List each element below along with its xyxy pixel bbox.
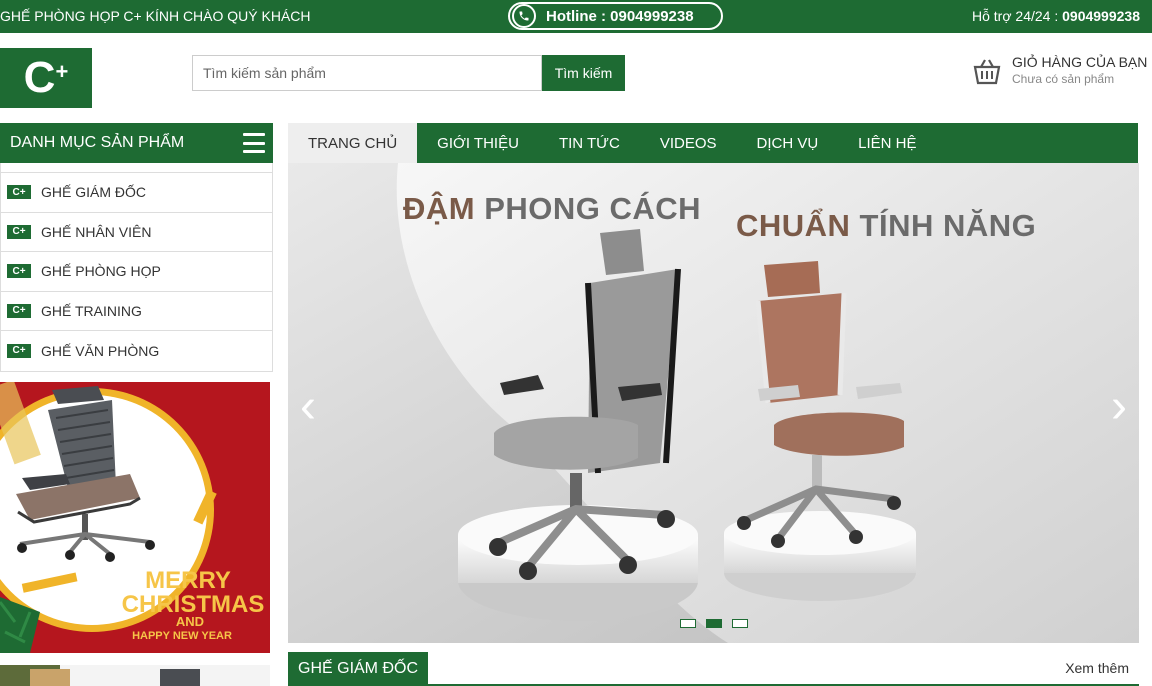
support-text: Hỗ trợ 24/24 : 0904999238	[972, 8, 1140, 24]
nav-item-home[interactable]: TRANG CHỦ	[288, 123, 418, 163]
category-item-ghe-training[interactable]: C+ GHẾ TRAINING	[1, 292, 272, 331]
see-more-link[interactable]: Xem thêm	[1065, 660, 1129, 676]
brand-mini-icon: C+	[7, 343, 31, 358]
second-promo-banner[interactable]	[0, 665, 270, 686]
slide-headline-2-b: TÍNH NĂNG	[850, 208, 1037, 243]
nav-item-videos[interactable]: VIDEOS	[640, 123, 737, 163]
christmas-promo-banner[interactable]: MERRY CHRISTMAS AND HAPPY NEW YEAR	[0, 382, 270, 653]
brand-mini-icon: C+	[7, 185, 31, 200]
slider-dot-3[interactable]	[732, 619, 748, 628]
main-nav: TRANG CHỦ GIỚI THIỆU TIN TỨC VIDEOS DỊCH…	[288, 123, 1138, 163]
category-list-spacer	[1, 163, 272, 173]
top-bar: GHẾ PHÒNG HỌP C+ KÍNH CHÀO QUÝ KHÁCH Hot…	[0, 0, 1152, 33]
slider-dots	[680, 619, 748, 628]
logo-letter: C	[23, 53, 56, 102]
support-phone[interactable]: 0904999238	[1062, 8, 1140, 24]
welcome-text: GHẾ PHÒNG HỌP C+ KÍNH CHÀO QUÝ KHÁCH	[0, 8, 311, 24]
section-header-ghe-giam-doc: GHẾ GIÁM ĐỐC Xem thêm	[288, 652, 1139, 686]
search-bar: Tìm kiếm	[192, 55, 625, 91]
slider-next-arrow-icon[interactable]: ›	[1111, 383, 1127, 431]
category-item-label: GHẾ GIÁM ĐỐC	[41, 184, 147, 201]
cart-status: Chưa có sản phẩm	[1012, 72, 1115, 86]
logo-plus: +	[55, 59, 69, 84]
slide-headline-2: CHUẨN TÍNH NĂNG	[736, 208, 1036, 244]
promo-line3: AND	[176, 614, 204, 629]
slide-headline-1: ĐẬM PHONG CÁCH	[403, 191, 701, 227]
slider-prev-arrow-icon[interactable]: ‹	[300, 383, 316, 431]
section-title: GHẾ GIÁM ĐỐC	[288, 652, 429, 686]
phone-icon	[512, 4, 536, 28]
slide-headline-2-a: CHUẨN	[736, 208, 851, 243]
site-logo[interactable]: C +	[0, 48, 92, 108]
cart-widget[interactable]: GIỎ HÀNG CỦA BẠN Chưa có sản phẩm	[972, 54, 1147, 86]
brand-mini-icon: C+	[7, 224, 31, 239]
christmas-banner-image: MERRY CHRISTMAS AND HAPPY NEW YEAR	[0, 382, 270, 653]
category-header[interactable]: DANH MỤC SẢN PHẨM	[0, 123, 273, 163]
nav-item-contact[interactable]: LIÊN HỆ	[838, 123, 936, 163]
hero-slider: ĐẬM PHONG CÁCH CHUẨN TÍNH NĂNG ‹ ›	[288, 163, 1139, 643]
second-banner-image	[0, 665, 270, 686]
brand-mini-icon: C+	[7, 264, 31, 279]
category-item-ghe-phong-hop[interactable]: C+ GHẾ PHÒNG HỌP	[1, 252, 272, 292]
support-label: Hỗ trợ 24/24 :	[972, 8, 1063, 24]
category-item-ghe-giam-doc[interactable]: C+ GHẾ GIÁM ĐỐC	[1, 173, 272, 213]
promo-line1: MERRY	[145, 567, 231, 594]
search-input[interactable]	[192, 55, 542, 91]
category-header-label: DANH MỤC SẢN PHẨM	[10, 134, 185, 151]
search-button[interactable]: Tìm kiếm	[542, 55, 625, 91]
menu-icon[interactable]	[243, 133, 265, 153]
hotline-text: Hotline : 0904999238	[546, 7, 694, 25]
cart-title: GIỎ HÀNG CỦA BẠN	[1012, 54, 1148, 70]
category-list: C+ GHẾ GIÁM ĐỐC C+ GHẾ NHÂN VIÊN C+ GHẾ …	[0, 163, 273, 372]
category-item-ghe-nhan-vien[interactable]: C+ GHẾ NHÂN VIÊN	[1, 213, 272, 252]
nav-item-news[interactable]: TIN TỨC	[539, 123, 640, 163]
promo-line4: HAPPY NEW YEAR	[132, 630, 232, 642]
category-item-label: GHẾ VĂN PHÒNG	[41, 342, 160, 359]
slide-headline-1-b: PHONG CÁCH	[475, 191, 702, 226]
nav-item-about[interactable]: GIỚI THIỆU	[417, 123, 539, 163]
brand-mini-icon: C+	[7, 303, 31, 318]
hotline-button[interactable]: Hotline : 0904999238	[508, 2, 723, 30]
category-item-label: GHẾ TRAINING	[41, 302, 142, 319]
category-item-label: GHẾ PHÒNG HỌP	[41, 263, 161, 280]
slide-headline-1-a: ĐẬM	[403, 191, 476, 226]
basket-icon	[973, 59, 1001, 85]
slider-dot-2[interactable]	[706, 619, 722, 628]
slider-dot-1[interactable]	[680, 619, 696, 628]
category-item-ghe-van-phong[interactable]: C+ GHẾ VĂN PHÒNG	[1, 331, 272, 371]
nav-item-services[interactable]: DỊCH VỤ	[737, 123, 839, 163]
category-item-label: GHẾ NHÂN VIÊN	[41, 223, 152, 240]
